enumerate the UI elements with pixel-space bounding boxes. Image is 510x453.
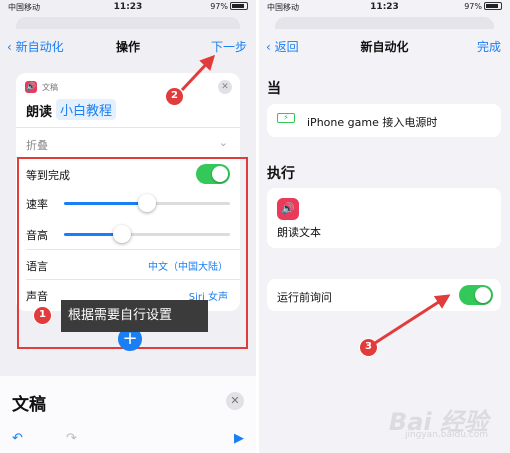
close-icon[interactable]: ✕	[218, 80, 232, 94]
ask-before-running-toggle[interactable]	[459, 285, 493, 305]
done-button[interactable]: 完成	[477, 38, 501, 55]
battery-percent: 97%	[210, 2, 228, 11]
trigger-text: iPhone game 接入电源时	[307, 116, 438, 129]
action-name: 朗读文本	[277, 226, 321, 239]
battery-icon	[230, 2, 248, 10]
collapse-label[interactable]: 折叠	[26, 137, 48, 153]
play-icon[interactable]: ▶	[234, 431, 244, 446]
nav-bar: ‹ 返回 新自动化 完成	[259, 32, 510, 60]
speaker-icon: 🔊	[25, 81, 37, 93]
ask-label: 运行前询问	[277, 291, 332, 304]
undo-icon[interactable]: ↶	[12, 431, 23, 446]
divider	[16, 127, 240, 128]
left-phone-screen: 中国移动 11:23 97% ‹ 新自动化 操作 下一步 🔊 文稿 ✕ 朗读 小…	[0, 0, 256, 453]
text-parameter[interactable]: 小白教程	[56, 99, 117, 120]
status-bar: 中国移动 11:23 97%	[259, 0, 510, 15]
next-button[interactable]: 下一步	[211, 38, 247, 55]
status-bar: 中国移动 11:23 97%	[0, 0, 256, 15]
nav-title: 新自动化	[360, 40, 409, 54]
app-name: 文稿	[42, 83, 58, 92]
redo-icon[interactable]: ↷	[66, 431, 77, 446]
ask-before-running-row: 运行前询问	[267, 279, 501, 311]
nav-bar: ‹ 新自动化 操作 下一步	[0, 32, 256, 60]
sheet-edge	[16, 17, 240, 29]
speaker-icon: 🔊	[277, 198, 299, 220]
panel-title: 文稿	[12, 395, 46, 415]
watermark-url: jingyan.baidu.com	[404, 430, 488, 440]
tooltip: 根据需要自行设置	[61, 300, 208, 332]
right-phone-screen: 中国移动 11:23 97% ‹ 返回 新自动化 完成 当 ⚡ iPhone g…	[259, 0, 510, 453]
battery-icon	[484, 2, 502, 10]
document-panel: 文稿 ✕ ↶ ↷ ▶	[0, 376, 256, 453]
close-icon[interactable]: ✕	[226, 392, 244, 410]
battery-indicator: 97%	[464, 2, 502, 11]
action-verb: 朗读	[26, 105, 53, 120]
when-heading: 当	[267, 81, 281, 97]
step-badge-3: 3	[359, 338, 378, 357]
battery-indicator: 97%	[210, 2, 248, 11]
sheet-edge	[275, 17, 494, 29]
chevron-down-icon[interactable]: ⌄	[219, 136, 228, 149]
trigger-card[interactable]: ⚡ iPhone game 接入电源时	[267, 104, 501, 137]
battery-percent: 97%	[464, 2, 482, 11]
charging-icon: ⚡	[277, 113, 295, 123]
step-badge-1: 1	[33, 306, 52, 325]
action-card[interactable]: 🔊 朗读文本	[267, 188, 501, 248]
step-badge-2: 2	[165, 87, 184, 106]
do-heading: 执行	[267, 166, 295, 182]
